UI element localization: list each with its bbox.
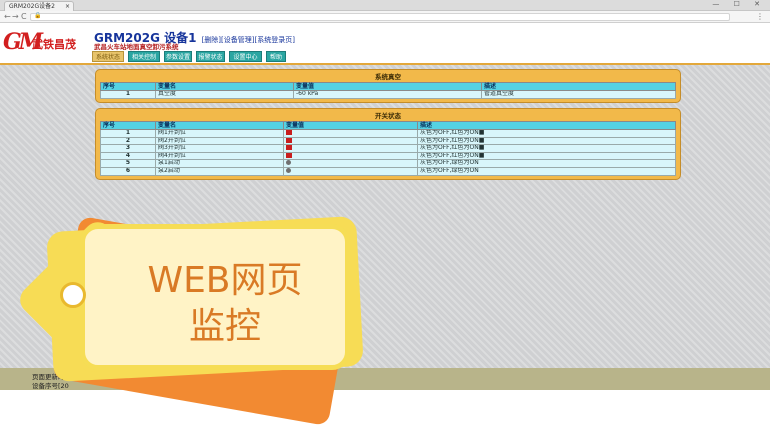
variable-description: 灰色为OFF,红色为ON■: [417, 144, 676, 153]
url-input[interactable]: 🔒: [30, 12, 730, 21]
company-logo: GM 武铁昌茂: [3, 30, 89, 54]
system-subtitle: 武昌火车站地面真空卸污系统: [94, 43, 179, 51]
table-row: 3 阀3开到位 灰色为OFF,红色为ON■: [100, 144, 676, 153]
variable-name: 阀4开到位: [155, 151, 284, 161]
variable-value: [283, 129, 418, 138]
overlay-line-2: 监控: [188, 306, 261, 347]
status-indicator-on: [286, 145, 292, 151]
column-header: 变量名: [155, 121, 284, 130]
overlay-caption: WEB网页 监控: [120, 258, 330, 350]
lock-icon: 🔒: [34, 12, 42, 19]
variable-value: [283, 151, 418, 161]
status-indicator-off: [286, 168, 291, 173]
variable-description: 灰色为OFF,红色为ON■: [417, 151, 676, 161]
variable-description: 灰色为OFF,绿色为ON: [417, 159, 676, 168]
vacuum-panel: 系统真空 序号 变量名 变量值 描述 1 真空度 -60 kPa 管道真空度: [95, 69, 681, 103]
row-number: 4: [100, 151, 156, 161]
row-number: 1: [100, 129, 156, 138]
window-controls[interactable]: — ☐ ✕: [712, 0, 766, 8]
forward-icon[interactable]: →: [12, 11, 19, 23]
variable-description: 灰色为OFF,红色为ON■: [417, 136, 676, 146]
status-indicator-on: [286, 138, 292, 143]
table-header-row: 序号 变量名 变量值 描述: [100, 121, 676, 130]
variable-description: 管道真空度: [481, 90, 676, 99]
variable-name: 泵1启动: [155, 159, 284, 168]
logo-text: 武铁昌茂: [32, 38, 76, 51]
table-row: 5 泵1启动 灰色为OFF,绿色为ON: [100, 159, 676, 168]
table-row: 1 阀1开到位 灰色为OFF,红色为ON■: [100, 129, 676, 138]
tab-alarm[interactable]: 报警状态: [196, 51, 225, 62]
variable-value: [283, 159, 418, 168]
switch-panel-title: 开关状态: [375, 112, 401, 120]
variable-name: 泵2启动: [155, 166, 284, 176]
variable-name: 阀3开到位: [155, 144, 284, 153]
status-indicator-off: [286, 160, 291, 166]
page-header: GM 武铁昌茂 GRM202G 设备1 [删除][设备管理][系统登录页] 武昌…: [0, 24, 770, 63]
variable-value: -60 kPa: [293, 90, 482, 99]
row-number: 6: [100, 166, 156, 176]
variable-description: 灰色为OFF,红色为ON■: [417, 129, 676, 138]
row-number: 5: [100, 159, 156, 168]
column-header: 序号: [100, 82, 156, 91]
row-number: 3: [100, 144, 156, 153]
column-header: 描述: [417, 121, 676, 130]
close-tab-icon[interactable]: ×: [65, 2, 70, 11]
variable-name: 真空度: [155, 90, 294, 99]
tab-system-status[interactable]: 系统状态: [92, 51, 124, 62]
column-header: 变量值: [293, 82, 482, 91]
logo-mark: GM: [3, 29, 43, 55]
variable-name: 阀2开到位: [155, 136, 284, 146]
variable-value: [283, 166, 418, 176]
footer-device-id: 设备序号[20: [32, 382, 69, 390]
tab-control[interactable]: 相关控制: [128, 51, 160, 62]
variable-value: [283, 144, 418, 153]
column-header: 描述: [481, 82, 676, 91]
vacuum-table: 序号 变量名 变量值 描述 1 真空度 -60 kPa 管道真空度: [100, 82, 676, 99]
variable-value: [283, 136, 418, 146]
page-bottom: [0, 390, 770, 428]
row-number: 2: [100, 136, 156, 146]
address-bar: ← → C 🔒 ⋮: [0, 11, 770, 23]
status-indicator-on: [286, 153, 292, 158]
row-number: 1: [100, 90, 156, 99]
tab-parameters[interactable]: 参数设置: [164, 51, 192, 62]
status-indicator-on: [286, 130, 292, 135]
browser-menu-icon[interactable]: ⋮: [756, 11, 764, 23]
tab-help[interactable]: 帮助: [266, 51, 286, 62]
table-row: 6 泵2启动 灰色为OFF,绿色为ON: [100, 166, 676, 176]
browser-tab-bar: GRM202G设备2 × — ☐ ✕: [0, 0, 770, 11]
table-row: 1 真空度 -60 kPa 管道真空度: [100, 90, 676, 99]
variable-description: 灰色为OFF,绿色为ON: [417, 166, 676, 176]
header-divider: [0, 63, 770, 65]
reload-icon[interactable]: C: [21, 11, 27, 23]
back-icon[interactable]: ←: [4, 11, 11, 23]
browser-tab[interactable]: GRM202G设备2 ×: [4, 1, 74, 11]
column-header: 变量值: [283, 121, 418, 130]
browser-tab-title: GRM202G设备2: [9, 3, 55, 10]
tag-hole-icon: [60, 282, 86, 308]
tab-settings[interactable]: 设置中心: [229, 51, 262, 62]
overlay-line-1: WEB网页: [147, 260, 303, 301]
column-header: 序号: [100, 121, 156, 130]
screen: GRM202G设备2 × — ☐ ✕ ← → C 🔒 ⋮ GM 武铁昌茂 GRM…: [0, 0, 770, 428]
vacuum-panel-title: 系统真空: [375, 73, 401, 81]
table-header-row: 序号 变量名 变量值 描述: [100, 82, 676, 91]
table-row: 4 阀4开到位 灰色为OFF,红色为ON■: [100, 151, 676, 161]
header-links[interactable]: [删除][设备管理][系统登录页]: [202, 36, 295, 44]
table-row: 2 阀2开到位 灰色为OFF,红色为ON■: [100, 136, 676, 146]
switch-panel: 开关状态 序号 变量名 变量值 描述 1 阀1开到位 灰色为OFF,红色为ON■…: [95, 108, 681, 180]
variable-name: 阀1开到位: [155, 129, 284, 138]
switch-table: 序号 变量名 变量值 描述 1 阀1开到位 灰色为OFF,红色为ON■ 2 阀2…: [100, 121, 676, 176]
column-header: 变量名: [155, 82, 294, 91]
